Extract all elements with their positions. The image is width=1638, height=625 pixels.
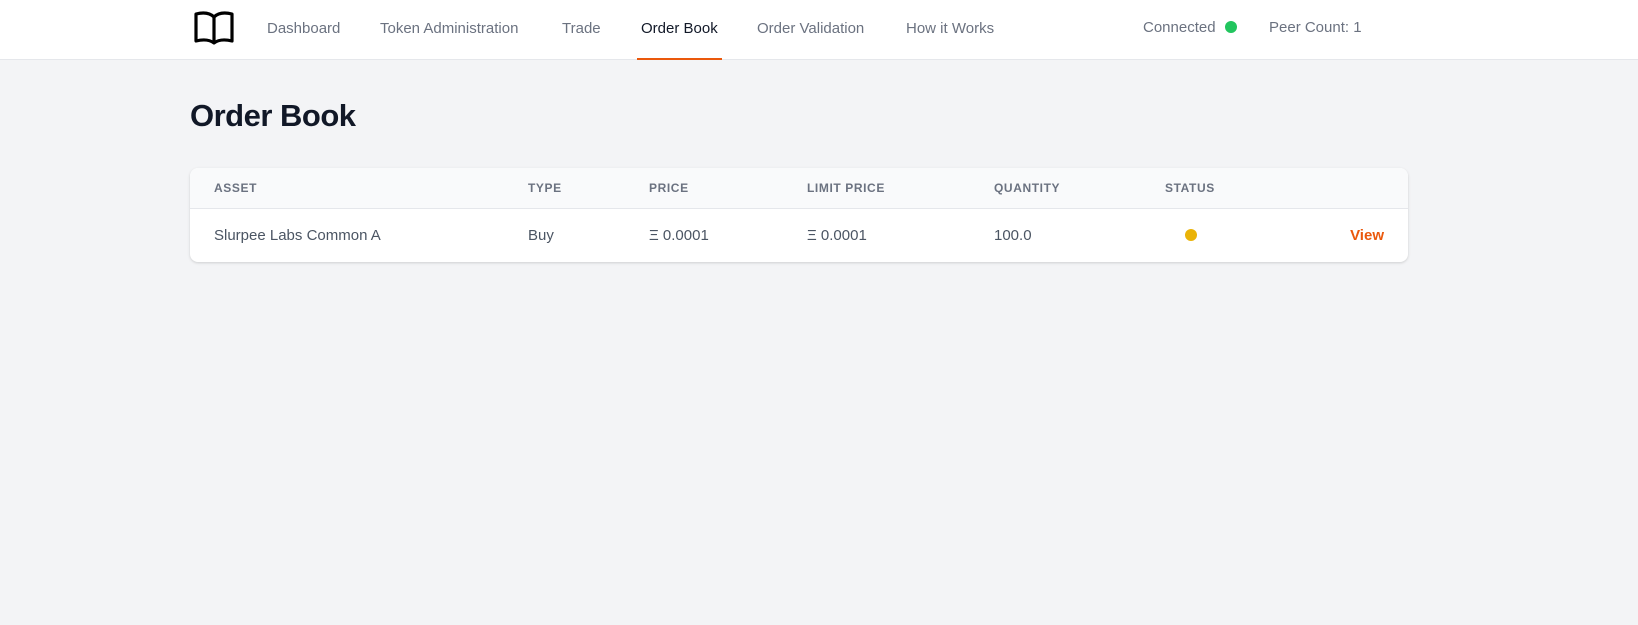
cell-limit-price: Ξ 0.0001 [807,227,867,244]
column-header-limit-price: LIMIT PRICE [807,181,885,195]
cell-asset: Slurpee Labs Common A [214,227,381,244]
cell-quantity: 100.0 [994,227,1032,244]
connection-status: Connected [1143,19,1216,36]
column-header-asset: ASSET [214,181,258,195]
peer-count: Peer Count: 1 [1269,19,1362,36]
order-book-table: ASSET TYPE PRICE LIMIT PRICE QUANTITY ST… [190,168,1408,262]
nav-order-book[interactable]: Order Book [637,0,722,60]
nav-dashboard[interactable]: Dashboard [267,0,340,60]
column-header-price: PRICE [649,181,689,195]
column-header-quantity: QUANTITY [994,181,1061,195]
top-navigation-bar: Dashboard Token Administration Trade Ord… [0,0,1638,60]
nav-order-validation[interactable]: Order Validation [757,0,864,60]
column-header-status: STATUS [1165,181,1215,195]
nav-trade[interactable]: Trade [562,0,601,60]
view-order-link[interactable]: View [1350,209,1384,262]
table-header: ASSET TYPE PRICE LIMIT PRICE QUANTITY ST… [190,168,1408,209]
open-book-icon[interactable] [192,10,236,46]
cell-type: Buy [528,227,554,244]
connected-indicator-icon [1225,21,1237,33]
column-header-type: TYPE [528,181,562,195]
cell-price: Ξ 0.0001 [649,227,709,244]
pending-status-icon [1185,229,1197,241]
table-row[interactable]: Slurpee Labs Common A Buy Ξ 0.0001 Ξ 0.0… [190,209,1408,262]
nav-how-it-works[interactable]: How it Works [906,0,994,60]
nav-token-administration[interactable]: Token Administration [380,0,518,60]
page-title: Order Book [190,98,356,133]
